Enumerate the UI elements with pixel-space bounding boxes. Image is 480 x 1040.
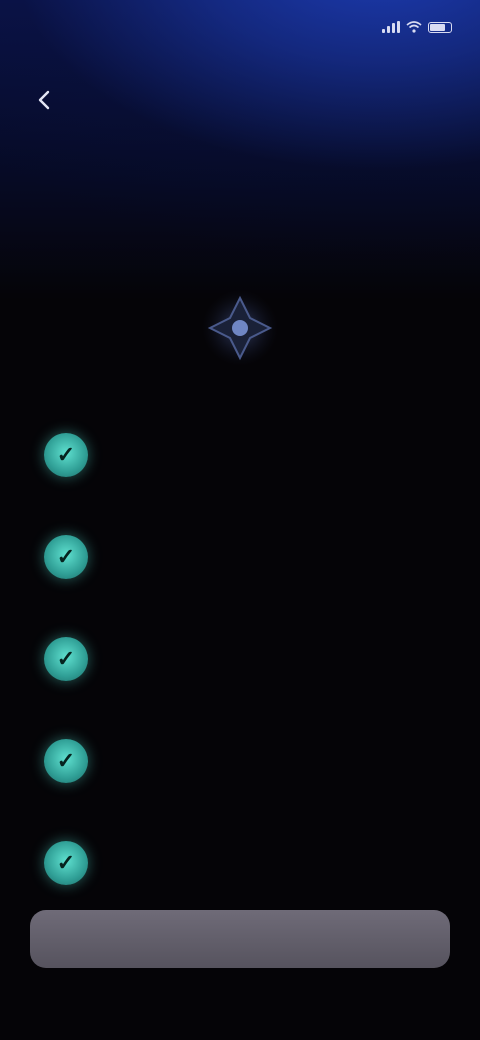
status-icons [382, 21, 452, 33]
feature-row: ✓ [30, 608, 450, 710]
check-icon: ✓ [44, 637, 88, 681]
hero-badge [200, 288, 280, 368]
feature-row: ✓ [30, 506, 450, 608]
screen: ✓ ✓ ✓ ✓ ✓ [0, 0, 480, 1040]
feature-row: ✓ [30, 404, 450, 506]
check-icon: ✓ [44, 841, 88, 885]
check-icon: ✓ [44, 433, 88, 477]
check-icon: ✓ [44, 739, 88, 783]
wifi-icon [406, 21, 422, 33]
status-bar [28, 14, 452, 40]
battery-icon [428, 21, 452, 33]
feature-row: ✓ [30, 710, 450, 812]
diamond-star-icon [202, 290, 278, 366]
signal-icon [382, 21, 400, 33]
feature-row: ✓ [30, 812, 450, 914]
header [28, 80, 452, 120]
continue-button[interactable] [30, 910, 450, 968]
features-list: ✓ ✓ ✓ ✓ ✓ [30, 404, 450, 914]
back-button[interactable] [28, 84, 60, 116]
chevron-left-icon [38, 90, 50, 110]
check-icon: ✓ [44, 535, 88, 579]
